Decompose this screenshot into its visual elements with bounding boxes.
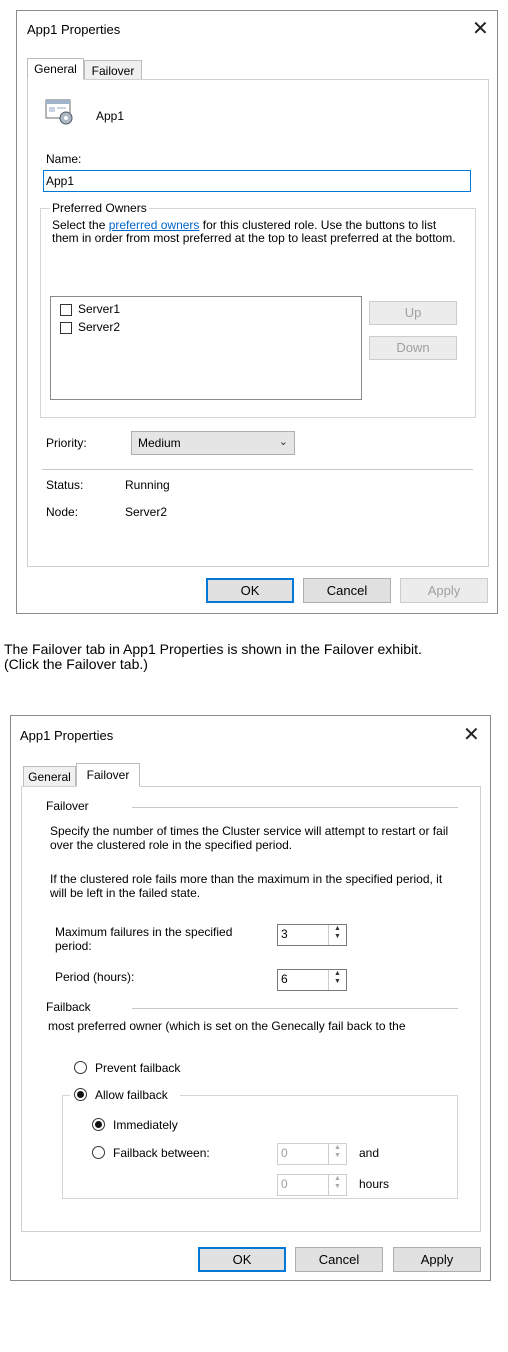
server1-checkbox[interactable] [60,304,72,316]
tab-failover[interactable]: Failover [84,60,142,80]
immediately-radio[interactable] [92,1118,105,1131]
failback-group-label: Failback [46,1000,91,1014]
name-label: Name: [46,152,82,166]
failback-group-line [132,1008,458,1009]
failover-tab-panel: Failover Specify the number of times the… [21,786,481,1232]
failback-to-value: 0 [281,1177,288,1191]
spinner-arrows-icon[interactable]: ▲ ▼ [328,970,346,990]
failback-from-spinner[interactable]: 0 ▲ ▼ [277,1143,347,1165]
general-dialog: App1 Properties ✕ General Failover App1 … [16,10,498,614]
dialog-title: App1 Properties [20,728,114,743]
tab-general[interactable]: General [23,766,76,787]
spinner-arrows-icon[interactable]: ▲ ▼ [328,1144,346,1164]
up-button[interactable]: Up [369,301,457,325]
failback-description: most preferred owner (which is set on th… [48,1019,406,1033]
tab-general[interactable]: General [27,58,84,80]
caption-line-1: The Failover tab in App1 Properties is s… [4,641,422,657]
name-field[interactable]: App1 [43,170,471,192]
tab-failover[interactable]: Failover [76,763,140,787]
period-label: Period (hours): [55,970,135,984]
ok-button[interactable]: OK [198,1247,286,1272]
spinner-arrows-icon[interactable]: ▲ ▼ [328,1175,346,1195]
preferred-owners-description: Select the preferred owners for this clu… [52,219,462,245]
preferred-owners-label: Preferred Owners [50,201,149,215]
separator [42,469,473,470]
apply-button[interactable]: Apply [400,578,488,603]
close-icon[interactable]: ✕ [463,725,480,745]
server2-checkbox[interactable] [60,322,72,334]
dialog-title: App1 Properties [27,22,121,37]
close-icon[interactable]: ✕ [472,19,489,39]
period-spinner[interactable]: 6 ▲ ▼ [277,969,347,991]
max-failures-label: Maximum failures in the specified period… [55,925,233,953]
priority-label: Priority: [46,436,87,450]
server2-label: Server2 [78,320,121,334]
prevent-failback-radio[interactable] [74,1061,87,1074]
allow-failback-radio[interactable] [74,1088,87,1101]
failback-between-radio[interactable] [92,1146,105,1159]
hours-label: hours [359,1177,390,1191]
chevron-down-icon: ⌄ [278,436,288,448]
node-value: Server2 [125,505,168,519]
max-failures-value: 3 [281,927,288,941]
failover-description-1: Specify the number of times the Cluster … [50,824,449,852]
server1-label: Server1 [78,302,121,316]
cancel-button[interactable]: Cancel [295,1247,383,1272]
failback-between-label: Failback between: [113,1146,210,1160]
allow-failback-label: Allow failback [95,1088,168,1102]
apply-button[interactable]: Apply [393,1247,481,1272]
priority-value: Medium [138,436,181,450]
role-name: App1 [96,109,125,123]
priority-select[interactable]: Medium ⌄ [131,431,295,455]
status-label: Status: [46,478,84,492]
failover-group-label: Failover [46,799,89,813]
general-tab-panel: App1 Name: App1 Preferred Owners Select … [27,79,489,567]
failover-group-line [132,807,458,808]
down-button[interactable]: Down [369,336,457,360]
max-failures-spinner[interactable]: 3 ▲ ▼ [277,924,347,946]
prevent-failback-label: Prevent failback [95,1061,181,1075]
spinner-arrows-icon[interactable]: ▲ ▼ [328,925,346,945]
failback-to-spinner[interactable]: 0 ▲ ▼ [277,1174,347,1196]
failback-from-value: 0 [281,1146,288,1160]
period-value: 6 [281,972,288,986]
clustered-role-icon [45,98,75,126]
failover-dialog: App1 Properties ✕ General Failover Failo… [10,715,491,1281]
ok-button[interactable]: OK [206,578,294,603]
cancel-button[interactable]: Cancel [303,578,391,603]
and-label: and [359,1146,380,1160]
preferred-owners-link[interactable]: preferred owners [109,218,200,232]
desc-before: Select the [52,218,109,232]
exhibit-caption: The Failover tab in App1 Properties is s… [4,642,422,672]
name-field-value: App1 [46,174,75,188]
failover-description-2: If the clustered role fails more than th… [50,872,443,900]
immediately-label: Immediately [113,1118,178,1132]
node-label: Node: [46,505,79,519]
status-value: Running [125,478,170,492]
caption-line-2: (Click the Failover tab.) [4,656,148,672]
